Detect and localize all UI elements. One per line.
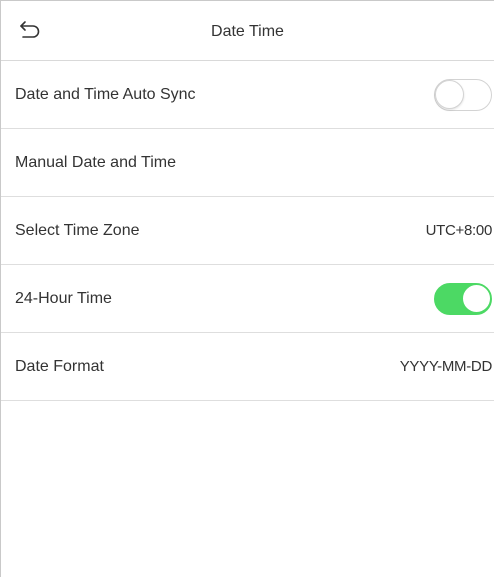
row-time-zone[interactable]: Select Time Zone UTC+8:00 bbox=[1, 197, 494, 265]
row-manual-date-time[interactable]: Manual Date and Time bbox=[1, 129, 494, 197]
row-label: Date and Time Auto Sync bbox=[15, 86, 196, 103]
row-auto-sync[interactable]: Date and Time Auto Sync bbox=[1, 61, 494, 129]
row-label: 24-Hour Time bbox=[15, 290, 112, 307]
row-label: Manual Date and Time bbox=[15, 154, 176, 171]
24-hour-toggle[interactable] bbox=[434, 283, 492, 315]
time-zone-value: UTC+8:00 bbox=[425, 222, 493, 239]
toggle-knob bbox=[462, 284, 491, 313]
row-label: Date Format bbox=[15, 358, 104, 375]
header-bar: Date Time bbox=[1, 1, 494, 61]
toggle-knob bbox=[435, 80, 464, 109]
auto-sync-toggle[interactable] bbox=[434, 79, 492, 111]
back-button[interactable] bbox=[13, 16, 47, 46]
back-arrow-icon bbox=[19, 20, 41, 43]
row-24-hour-time[interactable]: 24-Hour Time bbox=[1, 265, 494, 333]
date-format-value: YYYY-MM-DD bbox=[399, 358, 493, 375]
page-title: Date Time bbox=[211, 23, 284, 40]
row-label: Select Time Zone bbox=[15, 222, 140, 239]
row-date-format[interactable]: Date Format YYYY-MM-DD bbox=[1, 333, 494, 401]
date-time-screen: Date Time Date and Time Auto Sync Manual… bbox=[0, 0, 494, 577]
